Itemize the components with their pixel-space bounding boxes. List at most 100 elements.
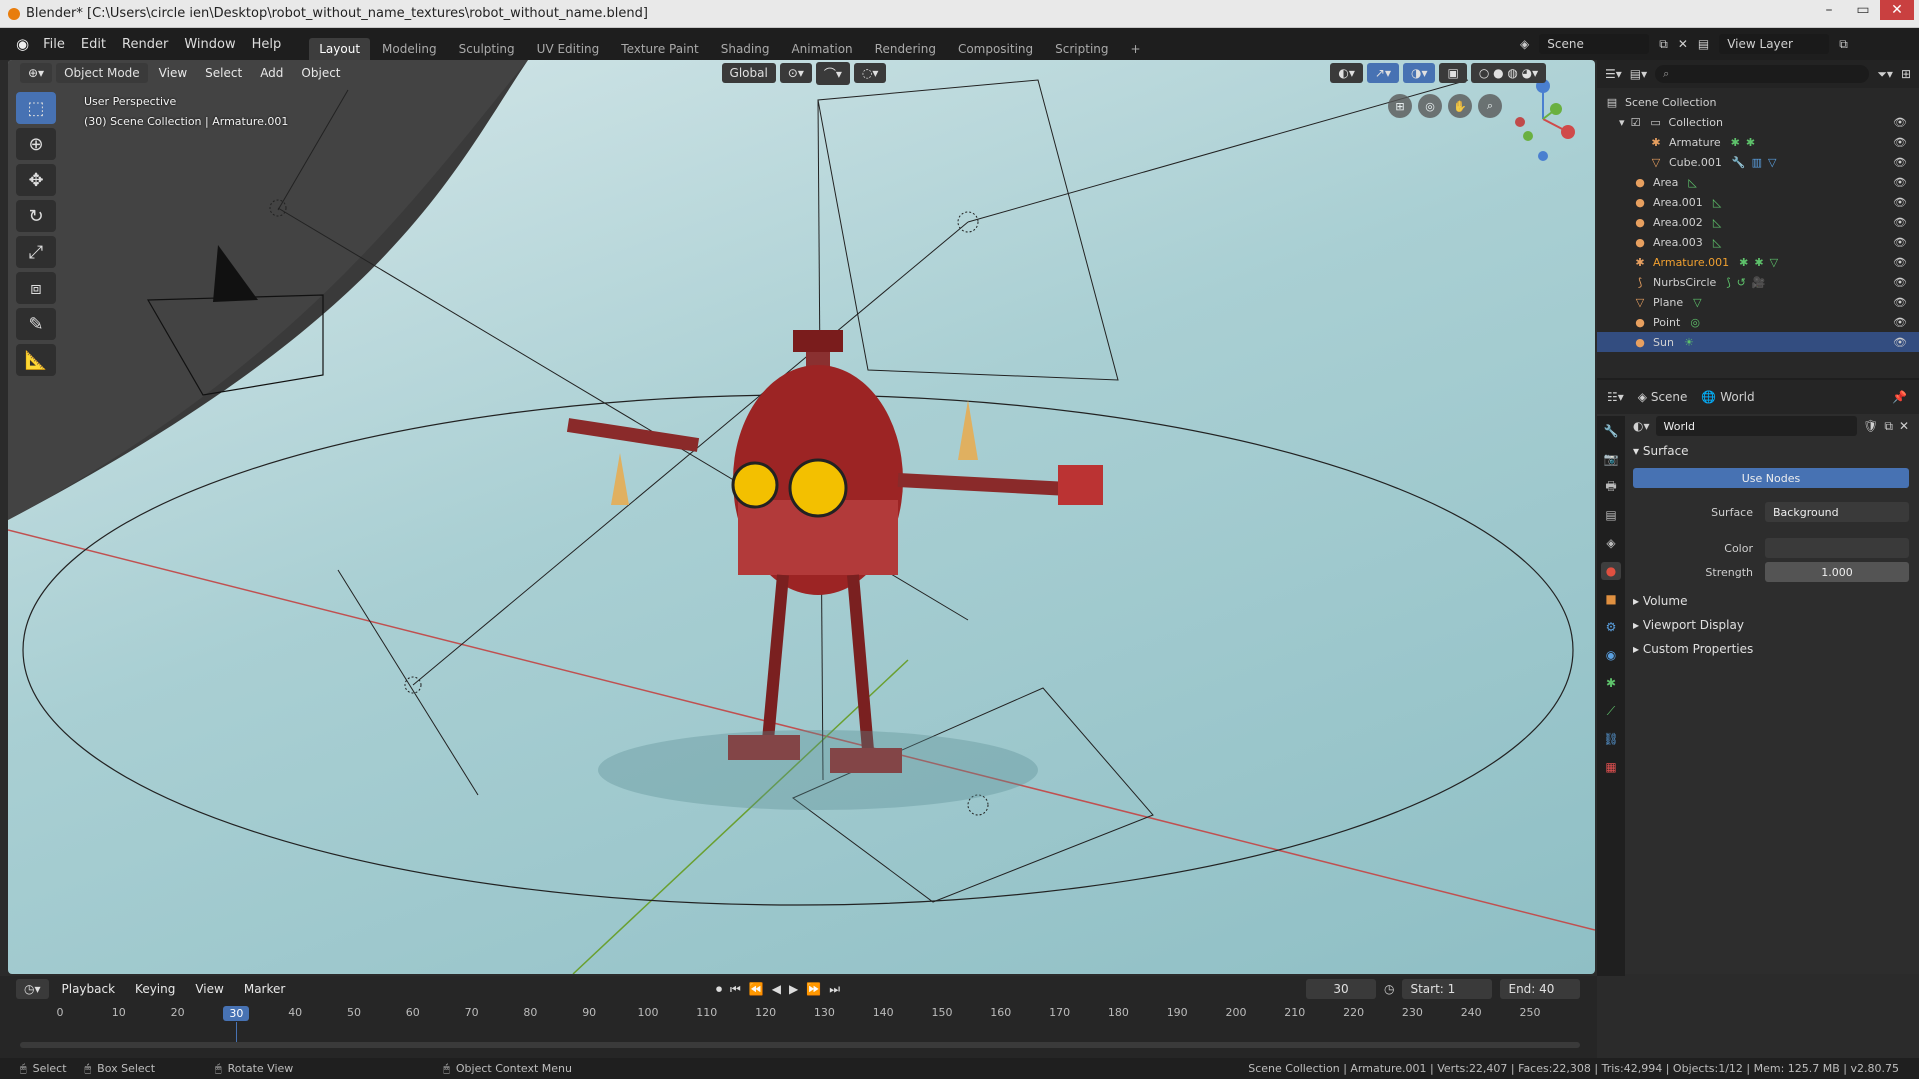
properties-editor-icon[interactable]: ☷▾ xyxy=(1607,390,1624,404)
scene-tab[interactable]: ◈ Scene xyxy=(1638,390,1688,404)
expand-arrow-icon[interactable]: ▾ xyxy=(1619,116,1625,129)
transform-orientation-dropdown[interactable]: Global xyxy=(721,63,776,83)
clock-icon[interactable]: ◷ xyxy=(1384,982,1394,996)
tab-uv-editing[interactable]: UV Editing xyxy=(527,38,610,60)
menu-object[interactable]: Object xyxy=(294,63,347,83)
tree-row-area-003[interactable]: ● Area.003 ◺ 👁 xyxy=(1597,232,1919,252)
new-collection-icon[interactable]: ⊞ xyxy=(1901,67,1911,81)
tree-row-area[interactable]: ● Area ◺ 👁 xyxy=(1597,172,1919,192)
eye-icon[interactable]: 👁 xyxy=(1893,236,1907,249)
tab-compositing[interactable]: Compositing xyxy=(948,38,1043,60)
tab-sculpting[interactable]: Sculpting xyxy=(449,38,525,60)
menu-help[interactable]: Help xyxy=(244,37,290,52)
volume-section-header[interactable]: ▸ Volume xyxy=(1633,594,1687,608)
pivot-point-icon[interactable]: ⊙▾ xyxy=(779,63,812,83)
menu-select[interactable]: Select xyxy=(198,63,249,83)
tree-row-sun[interactable]: ● Sun ☀ 👁 xyxy=(1597,332,1919,352)
strength-field[interactable]: 1.000 xyxy=(1765,562,1909,582)
tree-row-collection[interactable]: ▾ ☑ ▭ Collection 👁 xyxy=(1597,112,1919,132)
next-keyframe-icon[interactable]: ⏩ xyxy=(806,982,821,997)
view-layer-tab-icon[interactable]: ▤ xyxy=(1601,506,1621,524)
custom-properties-section-header[interactable]: ▸ Custom Properties xyxy=(1633,642,1753,656)
menu-view[interactable]: View xyxy=(152,63,194,83)
measure-tool-icon[interactable]: 📐 xyxy=(16,344,56,376)
end-frame-field[interactable]: End: 40 xyxy=(1500,979,1581,999)
transform-tool-icon[interactable]: ⧈ xyxy=(16,272,56,304)
unlink-world-icon[interactable]: ✕ xyxy=(1899,419,1909,433)
play-reverse-icon[interactable]: ◀ xyxy=(772,982,781,997)
cursor-tool-icon[interactable]: ⊕ xyxy=(16,128,56,160)
eye-icon[interactable]: 👁 xyxy=(1893,136,1907,149)
filter-icon[interactable]: ⏷▾ xyxy=(1877,67,1893,82)
visibility-icon[interactable]: ◐▾ xyxy=(1330,63,1363,83)
outliner-editor-icon[interactable]: ☰▾ xyxy=(1605,67,1622,81)
add-workspace-icon[interactable]: + xyxy=(1121,38,1151,60)
color-swatch[interactable] xyxy=(1765,538,1909,558)
tree-row-armature-001[interactable]: ✱ Armature.001 ✱✱▽ 👁 xyxy=(1597,252,1919,272)
eye-icon[interactable]: 👁 xyxy=(1893,256,1907,269)
tab-shading[interactable]: Shading xyxy=(711,38,780,60)
constraints-tab-icon[interactable]: ⛓ xyxy=(1601,730,1621,748)
world-data-icon[interactable]: ◐▾ xyxy=(1633,419,1650,433)
pan-hand-icon[interactable]: ✋ xyxy=(1448,94,1472,118)
tree-row-nurbscircle[interactable]: ⟆ NurbsCircle ⟆↺🎥 👁 xyxy=(1597,272,1919,292)
select-box-tool-icon[interactable]: ⬚ xyxy=(16,92,56,124)
menu-file[interactable]: File xyxy=(35,37,73,52)
modifiers-tab-icon[interactable]: ⚙ xyxy=(1601,618,1621,636)
bone-tab-icon[interactable]: ⟋ xyxy=(1601,702,1621,720)
tab-animation[interactable]: Animation xyxy=(781,38,862,60)
new-world-icon[interactable]: ⧉ xyxy=(1884,419,1893,434)
eye-icon[interactable]: 👁 xyxy=(1893,336,1907,349)
menu-playback[interactable]: Playback xyxy=(55,979,123,999)
eye-icon[interactable]: 👁 xyxy=(1893,176,1907,189)
object-mode-dropdown[interactable]: Object Mode xyxy=(56,63,148,83)
tab-texture-paint[interactable]: Texture Paint xyxy=(611,38,708,60)
tab-modeling[interactable]: Modeling xyxy=(372,38,447,60)
eye-icon[interactable]: 👁 xyxy=(1893,196,1907,209)
jump-end-icon[interactable]: ⏭ xyxy=(829,982,840,997)
scale-tool-icon[interactable]: ⤢ xyxy=(16,236,56,268)
menu-edit[interactable]: Edit xyxy=(73,37,114,52)
display-mode-icon[interactable]: ▤▾ xyxy=(1630,67,1647,81)
proportional-editing-icon[interactable]: ◌▾ xyxy=(853,63,887,83)
tree-row-plane[interactable]: ▽ Plane ▽ 👁 xyxy=(1597,292,1919,312)
eye-icon[interactable]: 👁 xyxy=(1893,156,1907,169)
tree-row-area-001[interactable]: ● Area.001 ◺ 👁 xyxy=(1597,192,1919,212)
prev-keyframe-icon[interactable]: ⏪ xyxy=(749,982,764,997)
use-nodes-button[interactable]: Use Nodes xyxy=(1633,468,1909,488)
eye-icon[interactable]: 👁 xyxy=(1893,296,1907,309)
grid-view-icon[interactable]: ⊞ xyxy=(1388,94,1412,118)
world-tab-icon[interactable]: ● xyxy=(1601,562,1621,580)
eye-icon[interactable]: 👁 xyxy=(1893,116,1907,129)
eye-icon[interactable]: 👁 xyxy=(1893,316,1907,329)
rotate-tool-icon[interactable]: ↻ xyxy=(16,200,56,232)
render-tab-icon[interactable]: 📷 xyxy=(1601,450,1621,468)
gizmo-toggle-icon[interactable]: ↗▾ xyxy=(1366,63,1399,83)
tree-row-scene-collection[interactable]: ▤ Scene Collection xyxy=(1597,92,1919,112)
shading-modes-icon[interactable]: ○ ● ◍ ◕▾ xyxy=(1470,63,1547,83)
surface-section-header[interactable]: ▾ Surface xyxy=(1633,444,1689,458)
tab-layout[interactable]: Layout xyxy=(309,38,371,60)
minimize-button[interactable]: – xyxy=(1812,0,1846,20)
play-icon[interactable]: ▶ xyxy=(789,982,798,997)
scene-tab-icon[interactable]: ◈ xyxy=(1601,534,1621,552)
overlay-toggle-icon[interactable]: ◑▾ xyxy=(1402,63,1436,83)
fake-user-icon[interactable]: 🛡 xyxy=(1863,419,1878,433)
blender-menu-icon[interactable]: ◉ xyxy=(16,35,29,53)
texture-tab-icon[interactable]: ▦ xyxy=(1601,758,1621,776)
object-data-tab-icon[interactable]: ✱ xyxy=(1601,674,1621,692)
tree-row-area-002[interactable]: ● Area.002 ◺ 👁 xyxy=(1597,212,1919,232)
close-window-button[interactable]: ✕ xyxy=(1880,0,1914,20)
maximize-button[interactable]: ▭ xyxy=(1846,0,1880,20)
menu-add[interactable]: Add xyxy=(253,63,290,83)
world-tab[interactable]: 🌐 World xyxy=(1701,390,1754,404)
eye-icon[interactable]: 👁 xyxy=(1893,216,1907,229)
jump-start-icon[interactable]: ⏮ xyxy=(730,982,741,997)
delete-scene-icon[interactable]: ✕ xyxy=(1678,37,1688,51)
timeline-editor-icon[interactable]: ◷▾ xyxy=(16,979,49,999)
view-layer-selector[interactable]: View Layer xyxy=(1719,34,1830,54)
snap-icon[interactable]: ⌒▾ xyxy=(815,61,850,85)
surface-shader-field[interactable]: Background xyxy=(1765,502,1909,522)
outliner-search-input[interactable]: ⌕ xyxy=(1655,65,1870,83)
new-view-layer-icon[interactable]: ⧉ xyxy=(1839,37,1848,52)
